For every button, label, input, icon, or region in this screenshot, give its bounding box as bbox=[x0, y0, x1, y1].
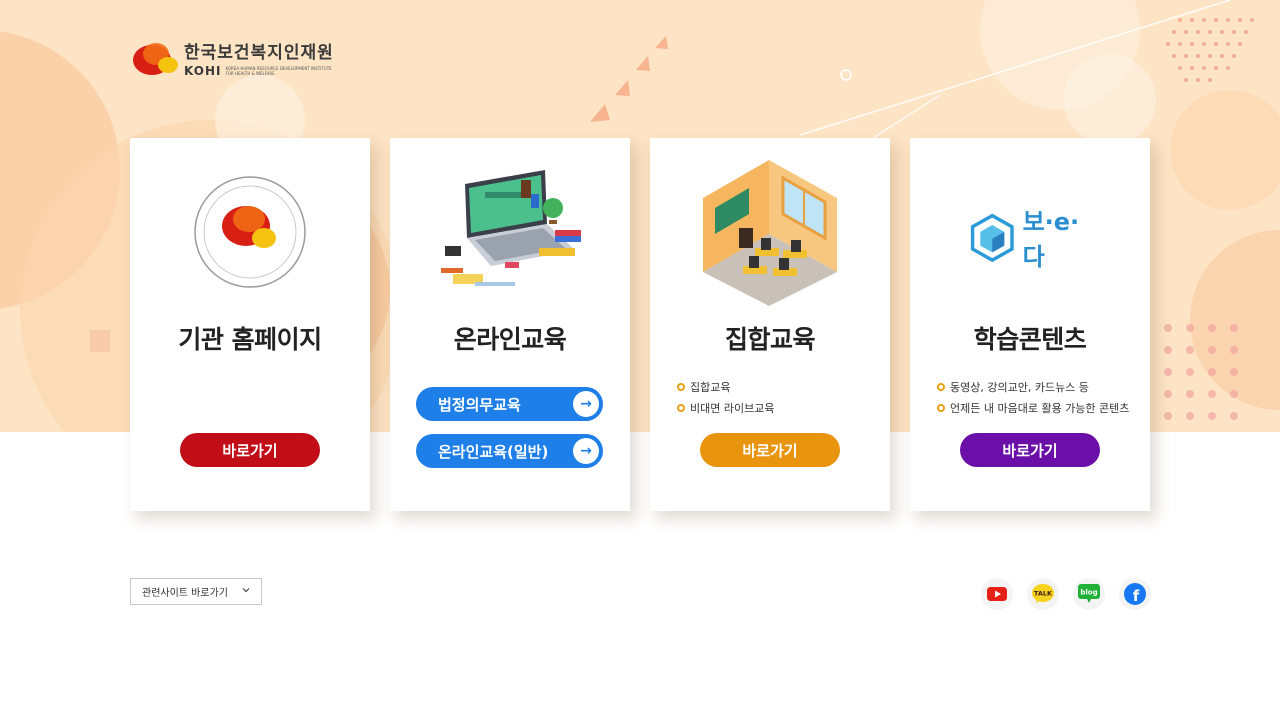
bullet-circle-icon bbox=[677, 403, 685, 412]
bullet-circle-icon bbox=[677, 382, 685, 391]
arrow-right-icon: → bbox=[573, 438, 599, 464]
kakao-talk-link[interactable]: TALK bbox=[1027, 578, 1059, 610]
card-title: 집합교육 bbox=[724, 325, 816, 354]
related-sites-label: 관련사이트 바로가기 bbox=[142, 588, 228, 599]
facebook-icon: f bbox=[1124, 583, 1146, 605]
card-title: 온라인교육 bbox=[453, 325, 567, 354]
naver-blog-label: blog bbox=[1080, 589, 1097, 597]
general-online-education-button[interactable]: 온라인교육(일반) → bbox=[416, 434, 603, 468]
card-institution-homepage: 기관 홈페이지 바로가기 bbox=[130, 138, 370, 511]
card-learning-contents: 보·e·다 학습콘텐츠 동영상, 강의교안, 카드뉴스 등 언제든 내 마음대로… bbox=[910, 138, 1150, 511]
youtube-icon bbox=[987, 587, 1007, 601]
site-logo[interactable]: 한국보건복지인재원 KOHI KOREA HUMAN RESOURCE DEVE… bbox=[130, 38, 335, 78]
general-online-education-label: 온라인교육(일반) bbox=[438, 442, 549, 461]
logo-name-korean: 한국보건복지인재원 bbox=[184, 43, 334, 63]
chevron-down-icon bbox=[242, 588, 250, 593]
kakao-talk-icon: TALK bbox=[1032, 584, 1054, 604]
card-title: 학습콘텐츠 bbox=[973, 325, 1087, 354]
group-education-bullets: 집합교육 비대면 라이브교육 bbox=[677, 376, 774, 418]
kakao-talk-label: TALK bbox=[1034, 590, 1053, 598]
list-item: 집합교육 bbox=[677, 376, 774, 397]
learning-contents-bullets: 동영상, 강의교안, 카드뉴스 등 언제든 내 마음대로 활용 가능한 콘텐츠 bbox=[937, 376, 1129, 418]
online-learning-illustration bbox=[435, 164, 585, 304]
kohi-seal-icon bbox=[192, 174, 308, 294]
list-item: 언제든 내 마음대로 활용 가능한 콘텐츠 bbox=[937, 397, 1129, 418]
facebook-link[interactable]: f bbox=[1119, 578, 1151, 610]
youtube-link[interactable] bbox=[981, 578, 1013, 610]
list-item: 동영상, 강의교안, 카드뉴스 등 bbox=[937, 376, 1129, 397]
kohi-logo-icon bbox=[130, 38, 180, 78]
mandatory-education-button[interactable]: 법정의무교육 → bbox=[416, 387, 603, 421]
boeda-brand-text: 보·e·다 bbox=[1022, 208, 1080, 271]
mandatory-education-label: 법정의무교육 bbox=[438, 395, 521, 414]
naver-blog-link[interactable]: blog bbox=[1073, 578, 1105, 610]
classroom-illustration bbox=[699, 158, 841, 310]
related-sites-select[interactable]: 관련사이트 바로가기 bbox=[130, 578, 262, 605]
cube-icon bbox=[970, 213, 1014, 263]
arrow-right-icon: → bbox=[573, 391, 599, 417]
bullet-circle-icon bbox=[937, 403, 945, 412]
card-online-education: 온라인교육 법정의무교육 → 온라인교육(일반) → bbox=[390, 138, 630, 511]
logo-name-english: KOHI bbox=[184, 64, 222, 78]
card-group-education: 집합교육 집합교육 비대면 라이브교육 바로가기 bbox=[650, 138, 890, 511]
naver-blog-icon: blog bbox=[1078, 584, 1100, 603]
facebook-label: f bbox=[1133, 587, 1140, 605]
learning-contents-go-button[interactable]: 바로가기 bbox=[960, 433, 1100, 467]
list-item: 비대면 라이브교육 bbox=[677, 397, 774, 418]
boeda-brand-logo: 보·e·다 bbox=[970, 202, 1090, 272]
institution-homepage-go-button[interactable]: 바로가기 bbox=[180, 433, 320, 467]
group-education-go-button[interactable]: 바로가기 bbox=[700, 433, 840, 467]
bullet-circle-icon bbox=[937, 382, 945, 391]
card-title: 기관 홈페이지 bbox=[178, 325, 322, 354]
logo-subtitle: KOREA HUMAN RESOURCE DEVELOPMENT INSTITU… bbox=[225, 66, 332, 76]
